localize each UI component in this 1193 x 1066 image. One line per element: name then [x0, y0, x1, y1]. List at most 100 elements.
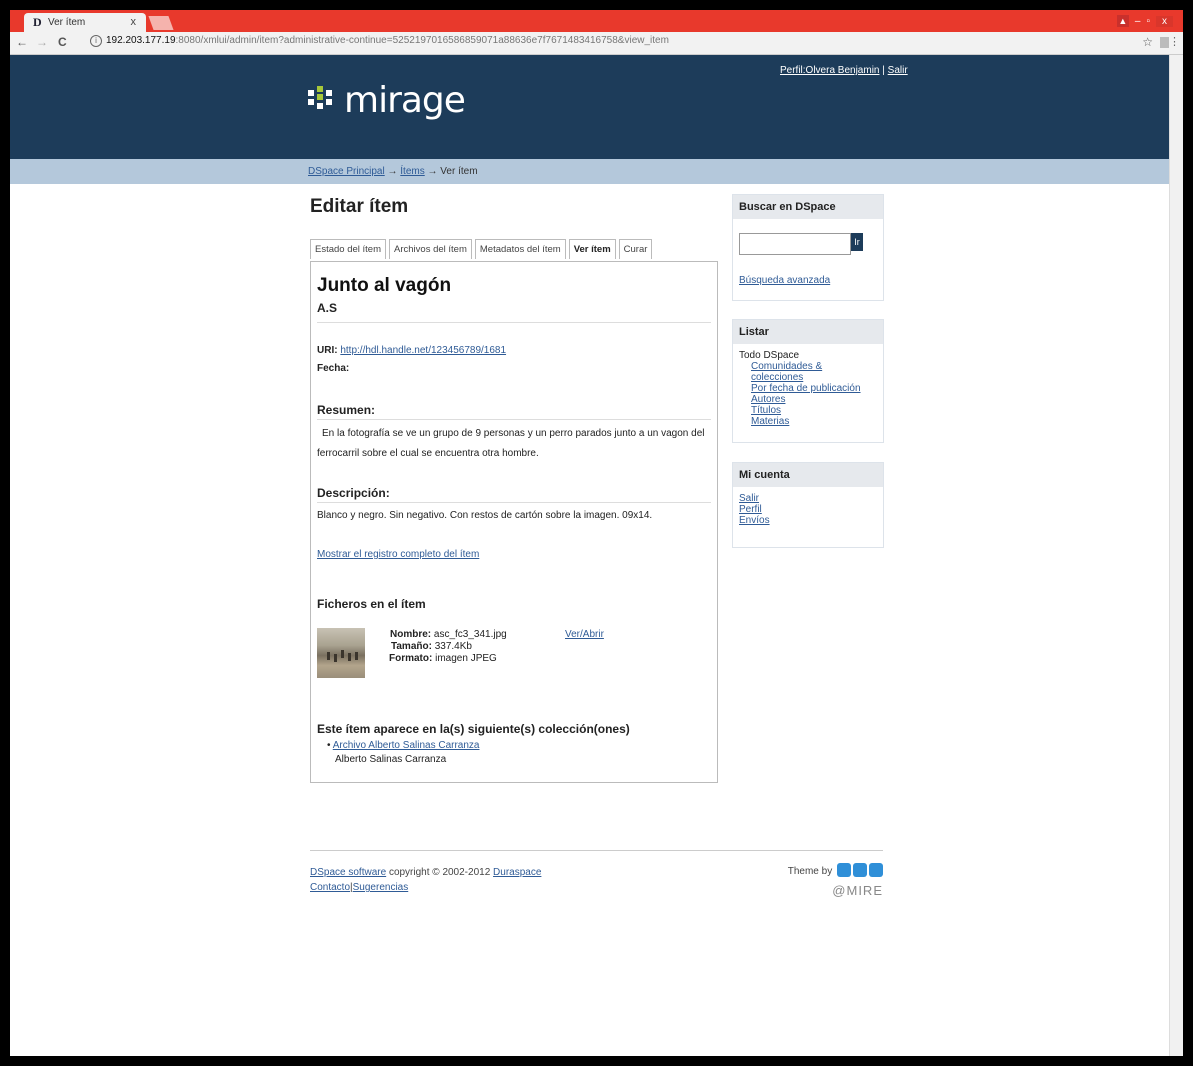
account-logout-link[interactable]: Salir: [739, 493, 877, 504]
bookmark-star-icon[interactable]: ☆: [1142, 35, 1153, 49]
user-links: Perfil:Olvera Benjamin | Salir: [780, 65, 908, 76]
browse-communities-link[interactable]: Comunidades & colecciones: [751, 361, 877, 383]
tab-view-item[interactable]: Ver ítem: [568, 239, 616, 259]
extension-icon[interactable]: [1160, 37, 1169, 48]
breadcrumb-home[interactable]: DSpace Principal: [308, 166, 385, 177]
uri-label: URI:: [317, 345, 338, 356]
item-tabs: Estado del ítem Archivos del ítem Metada…: [310, 239, 653, 259]
logo-text: mirage: [344, 79, 466, 121]
copyright-text: copyright © 2002-2012: [388, 867, 491, 878]
breadcrumb-arrow: →: [387, 166, 398, 177]
breadcrumb-items[interactable]: Ítems: [400, 166, 424, 177]
breadcrumb-arrow: →: [427, 166, 438, 177]
file-name: asc_fc3_341.jpg: [433, 629, 507, 640]
full-record-link[interactable]: Mostrar el registro completo del ítem: [317, 549, 479, 560]
user-links-separator: |: [882, 65, 885, 76]
user-icon[interactable]: ▲: [1116, 15, 1129, 27]
theme-by-text: Theme by: [787, 866, 833, 878]
mirage-logo[interactable]: mirage: [308, 75, 466, 125]
files-heading: Ficheros en el ítem: [317, 597, 426, 611]
divider: [317, 322, 711, 323]
back-icon[interactable]: ←: [16, 35, 28, 49]
collection-link[interactable]: Archivo Alberto Salinas Carranza: [333, 740, 480, 751]
date-label: Fecha:: [317, 363, 350, 374]
url-host: 192.203.177.19: [106, 35, 176, 46]
mire-logo-icon[interactable]: [835, 863, 883, 880]
collection-desc: Alberto Salinas Carranza: [335, 754, 447, 765]
uri-link[interactable]: http://hdl.handle.net/123456789/1681: [340, 345, 506, 356]
breadcrumb: DSpace Principal → Ítems → Ver ítem: [10, 159, 1170, 184]
browser-toolbar: ← → C i 192.203.177.19:8080/xmlui/admin/i…: [10, 32, 1183, 55]
duraspace-link[interactable]: Duraspace: [493, 867, 541, 878]
url-path: :8080/xmlui/admin/item?administrative-co…: [175, 35, 669, 46]
collection-item: • Archivo Alberto Salinas Carranza: [327, 740, 480, 751]
file-thumbnail[interactable]: [317, 628, 365, 678]
description-text: Blanco y negro. Sin negativo. Con restos…: [317, 510, 653, 521]
browser-tab[interactable]: D Ver ítem x: [24, 13, 146, 32]
feedback-link[interactable]: Sugerencias: [353, 882, 409, 893]
forward-icon[interactable]: →: [36, 35, 48, 49]
site-header: mirage Perfil:Olvera Benjamin | Salir: [10, 55, 1170, 159]
minimize-icon[interactable]: –: [1135, 16, 1141, 27]
divider: [317, 502, 711, 503]
account-profile-link[interactable]: Perfil: [739, 504, 877, 515]
uri-row: URI: http://hdl.handle.net/123456789/168…: [317, 345, 506, 356]
info-icon[interactable]: i: [90, 35, 102, 47]
account-box: Mi cuenta Salir Perfil Envíos: [732, 462, 884, 548]
file-size-label: Tamaño:: [391, 641, 432, 652]
footer: DSpace software copyright © 2002-2012 Du…: [310, 850, 883, 898]
tab-item-status[interactable]: Estado del ítem: [310, 239, 387, 259]
item-title: Junto al vagón: [317, 275, 452, 296]
browse-box: Listar Todo DSpace Comunidades & colecci…: [732, 319, 884, 443]
address-bar[interactable]: i 192.203.177.19:8080/xmlui/admin/item?ad…: [90, 35, 669, 47]
mirage-logo-icon: [308, 86, 336, 114]
browse-titles-link[interactable]: Títulos: [751, 405, 877, 416]
item-author: A.S: [317, 301, 338, 315]
search-input[interactable]: [739, 233, 851, 255]
dspace-favicon-icon: D: [33, 15, 42, 29]
advanced-search-link[interactable]: Búsqueda avanzada: [739, 275, 830, 286]
new-tab-button[interactable]: [148, 16, 174, 30]
browse-authors-link[interactable]: Autores: [751, 394, 877, 405]
breadcrumb-current: Ver ítem: [440, 166, 478, 177]
file-name-label: Nombre:: [390, 629, 432, 640]
file-format: imagen JPEG: [435, 653, 497, 664]
collection-list: • Archivo Alberto Salinas Carranza Alber…: [327, 739, 479, 767]
reload-icon[interactable]: C: [58, 35, 67, 49]
contact-link[interactable]: Contacto: [310, 882, 350, 893]
dspace-software-link[interactable]: DSpace software: [310, 867, 386, 878]
profile-link[interactable]: Perfil:Olvera Benjamin: [780, 65, 879, 76]
description-heading: Descripción:: [317, 486, 390, 500]
search-button[interactable]: Ir: [851, 233, 863, 251]
view-open-link[interactable]: Ver/Abrir: [565, 629, 604, 640]
browse-date-link[interactable]: Por fecha de publicación: [751, 383, 877, 394]
browse-heading: Listar: [733, 320, 883, 344]
maximize-icon[interactable]: ▫: [1146, 16, 1150, 27]
page-scrollbar[interactable]: [1169, 55, 1183, 1056]
tab-item-files[interactable]: Archivos del ítem: [389, 239, 472, 259]
browser-menu-icon[interactable]: ⋮: [1169, 35, 1180, 48]
window-controls: ▲ – ▫ x: [1116, 13, 1173, 29]
page-title: Editar ítem: [310, 196, 409, 217]
abstract-text: En la fotografía se ve un grupo de 9 per…: [317, 428, 705, 459]
browse-subjects-link[interactable]: Materias: [751, 416, 877, 427]
search-box: Buscar en DSpace Ir Búsqueda avanzada: [732, 194, 884, 301]
file-details: Nombre: asc_fc3_341.jpg Tamaño: 337.4Kb …: [389, 629, 507, 665]
search-heading: Buscar en DSpace: [733, 195, 883, 219]
file-size: 337.4Kb: [434, 641, 472, 652]
tab-curate[interactable]: Curar: [618, 239, 653, 259]
divider: [317, 419, 711, 420]
main-content: Editar ítem Estado del ítem Archivos del…: [310, 196, 720, 783]
logout-link[interactable]: Salir: [888, 65, 908, 76]
mire-text: @MIRE: [832, 883, 883, 898]
abstract-heading: Resumen:: [317, 403, 376, 417]
file-format-label: Formato:: [389, 653, 433, 664]
title-bar: D Ver ítem x ▲ – ▫ x: [10, 10, 1183, 32]
tab-close-icon[interactable]: x: [131, 16, 137, 28]
collections-heading: Este ítem aparece en la(s) siguiente(s) …: [317, 722, 630, 736]
account-submissions-link[interactable]: Envíos: [739, 515, 877, 526]
tab-item-metadata[interactable]: Metadatos del ítem: [474, 239, 566, 259]
browser-window: D Ver ítem x ▲ – ▫ x ← → C i 192.203.177.…: [10, 10, 1183, 1056]
theme-credit: Theme by: [788, 863, 883, 880]
window-close-icon[interactable]: x: [1156, 15, 1173, 27]
